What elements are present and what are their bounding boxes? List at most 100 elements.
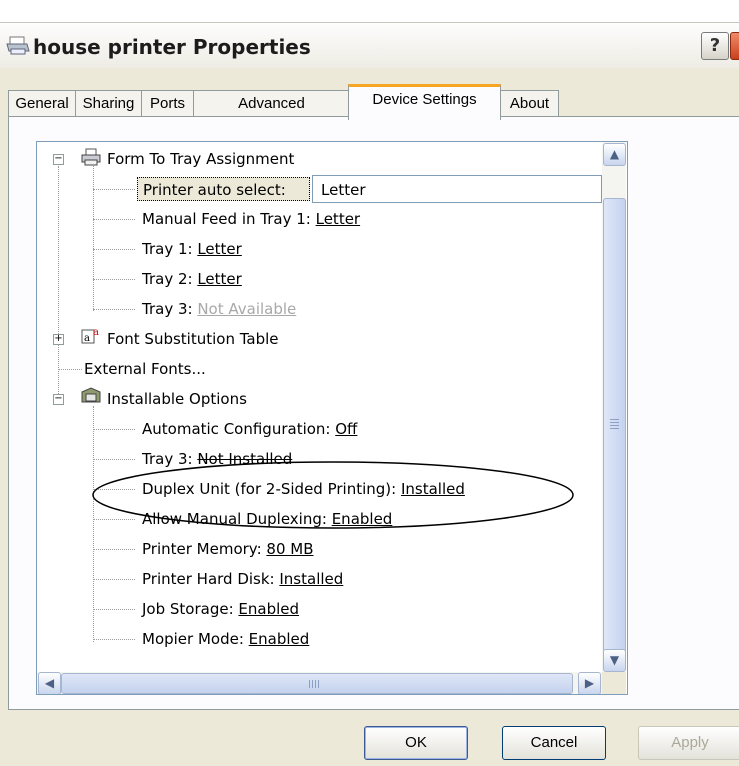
printer-auto-select-field[interactable]: Letter [312,175,602,203]
setting-value[interactable]: Off [335,420,357,438]
grip-line [312,680,313,688]
ok-button[interactable]: OK [364,726,468,760]
desktop-gap [0,0,739,22]
tree-item-manual-duplexing[interactable]: Allow Manual Duplexing: Enabled [142,507,392,531]
tree-line [93,639,135,640]
setting-label: Printer Memory: [142,540,267,558]
setting-value[interactable]: Installed [401,480,465,498]
horizontal-scrollbar[interactable]: ◀ ▶ [37,672,602,694]
installable-options-icon [81,387,101,403]
title-bar[interactable]: house printer Properties ? [0,22,739,68]
tree-line [93,429,135,430]
tab-device-settings[interactable]: Device Settings [348,84,501,120]
chevron-down-icon: ▼ [609,653,620,667]
tree-line [93,166,94,311]
vertical-scrollbar[interactable]: ▲ ▼ [602,142,626,672]
setting-label: Tray 3: [142,300,198,318]
svg-text:a: a [93,327,99,338]
grip-line [318,680,319,688]
close-button[interactable] [730,32,739,60]
tree-line [93,459,135,460]
tree-view: − Form To Tray Assignment Printer auto s… [37,142,627,694]
properties-dialog: house printer Properties ? General Shari… [0,0,739,766]
setting-value[interactable]: Not Available [197,300,296,318]
setting-value[interactable]: Letter [316,210,360,228]
svg-text:a: a [84,333,90,344]
scroll-down-button[interactable]: ▼ [603,649,626,672]
tree-item-job-storage[interactable]: Job Storage: Enabled [142,597,299,621]
scrollbar-corner [602,672,626,694]
tree-item-installable-options[interactable]: Installable Options [107,387,247,411]
tree-item-external-fonts[interactable]: External Fonts... [84,357,206,381]
setting-label: Tray 2: [142,270,198,288]
tree-line [93,189,135,190]
setting-value[interactable]: Enabled [249,630,310,648]
scroll-up-button[interactable]: ▲ [603,143,626,166]
setting-value[interactable]: Enabled [332,510,393,528]
printer-icon [6,36,30,55]
setting-label: Manual Feed in Tray 1: [142,210,316,228]
printer-auto-select-label[interactable]: Printer auto select: [137,177,310,201]
tree-line [93,309,135,310]
chevron-up-icon: ▲ [609,147,620,161]
setting-label: Job Storage: [142,600,239,618]
tree-line [93,489,135,490]
tree-item-mopier-mode[interactable]: Mopier Mode: Enabled [142,627,309,651]
tree-line [93,279,135,280]
cancel-button[interactable]: Cancel [502,726,606,760]
tree-item-hard-disk[interactable]: Printer Hard Disk: Installed [142,567,343,591]
tree-line [93,406,94,642]
expand-toggle[interactable]: + [53,334,64,345]
tree-item-duplex-unit[interactable]: Duplex Unit (for 2-Sided Printing): Inst… [142,477,465,501]
setting-value[interactable]: Letter [197,240,241,258]
setting-value[interactable]: Letter [197,270,241,288]
setting-label: Printer Hard Disk: [142,570,280,588]
tree-item-printer-memory[interactable]: Printer Memory: 80 MB [142,537,314,561]
tree-item-tray1[interactable]: Tray 1: Letter [142,237,242,261]
setting-label: Automatic Configuration: [142,420,336,438]
tree-item-option-tray3[interactable]: Tray 3: Not Installed [142,447,292,471]
tree-item-auto-config[interactable]: Automatic Configuration: Off [142,417,357,441]
collapse-toggle[interactable]: − [53,394,64,405]
chevron-right-icon: ▶ [584,676,595,690]
setting-value[interactable]: Enabled [238,600,299,618]
vertical-scroll-thumb[interactable] [603,198,626,653]
tree-item-tray3[interactable]: Tray 3: Not Available [142,297,296,321]
tree-item-font-substitution[interactable]: Font Substitution Table [107,327,279,351]
scroll-left-button[interactable]: ◀ [38,672,61,694]
tab-ports[interactable]: Ports [141,90,194,116]
grip-line [309,680,310,688]
tree-line [93,579,135,580]
tree-item-tray2[interactable]: Tray 2: Letter [142,267,242,291]
tree-line [93,219,135,220]
horizontal-scroll-thumb[interactable] [61,673,573,694]
tab-sharing[interactable]: Sharing [75,90,142,116]
tree-line [58,369,82,370]
setting-value[interactable]: Installed [279,570,343,588]
tree-item-form-to-tray[interactable]: Form To Tray Assignment [107,147,294,171]
scroll-right-button[interactable]: ▶ [578,672,601,694]
grip-line [315,680,316,688]
font-table-icon: a a [81,327,99,344]
tree-line [58,166,59,402]
grip-line [610,425,619,426]
tab-general[interactable]: General [8,90,76,116]
setting-label: Tray 1: [142,240,198,258]
tab-advanced[interactable]: Advanced [193,90,350,116]
setting-label: Duplex Unit (for 2-Sided Printing): [142,480,401,498]
apply-button[interactable]: Apply [638,726,739,760]
grip-line [610,428,619,429]
settings-tree[interactable]: − Form To Tray Assignment Printer auto s… [36,141,628,695]
setting-label: Allow Manual Duplexing: [142,510,332,528]
printer-tray-icon [81,148,101,166]
tree-item-manual-feed[interactable]: Manual Feed in Tray 1: Letter [142,207,360,231]
tree-line [93,249,135,250]
setting-value[interactable]: 80 MB [266,540,313,558]
collapse-toggle[interactable]: − [53,154,64,165]
setting-value[interactable]: Not Installed [197,450,292,468]
tree-line [93,609,135,610]
chevron-left-icon: ◀ [44,676,55,690]
window-title: house printer Properties [33,35,311,59]
help-button[interactable]: ? [701,32,729,60]
tab-about[interactable]: About [500,90,559,116]
